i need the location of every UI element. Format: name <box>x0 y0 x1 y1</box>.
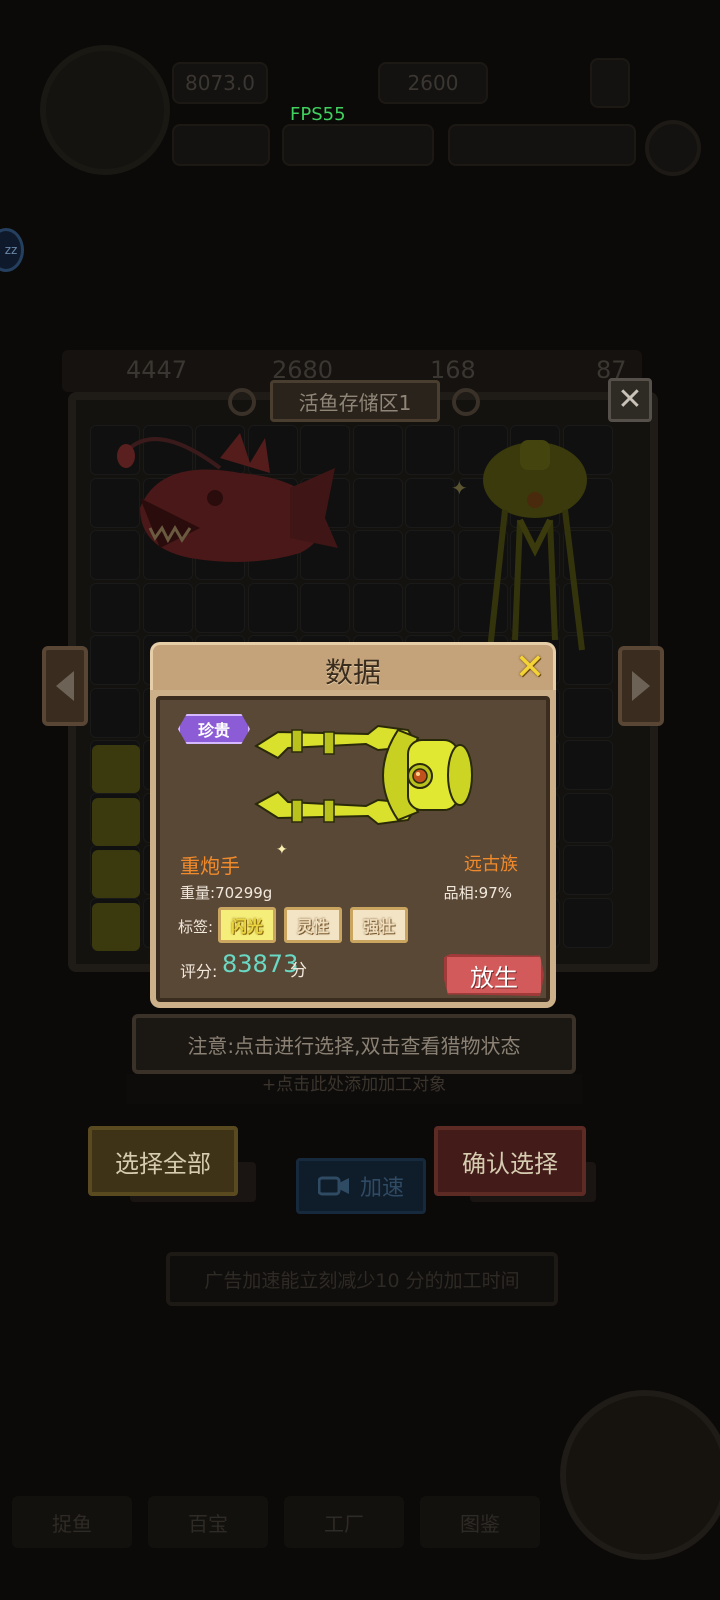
tag-spirit: 灵性 <box>284 907 342 943</box>
selected-slot[interactable] <box>92 903 140 951</box>
weight-stat: 重量:70299g <box>180 882 272 903</box>
sparkle-icon: ✦ <box>451 476 468 500</box>
next-page-button[interactable] <box>618 646 664 726</box>
grid-cell[interactable] <box>352 530 403 580</box>
gem-value: 2600 <box>407 71 459 95</box>
quality-value: 97% <box>478 884 512 902</box>
tab-collection[interactable]: 图鉴 <box>420 1496 540 1548</box>
quality-stat: 品相:97% <box>444 882 512 903</box>
chevron-right-icon <box>632 671 650 701</box>
resource-1: 4447 <box>126 356 188 384</box>
confirm-label: 确认选择 <box>462 1149 558 1178</box>
grid-cell[interactable] <box>562 687 613 738</box>
grid-cell[interactable] <box>247 582 298 633</box>
tab-factory[interactable]: 工厂 <box>284 1496 404 1548</box>
grid-cell[interactable] <box>352 425 403 475</box>
sparkle-icon: ✦ <box>276 842 288 858</box>
fish-name: 重炮手 <box>180 854 240 878</box>
modal-body: 珍贵 ✦ 重炮手 远古族 重量:70299g 品相:97% 标签: 闪光 灵性 … <box>150 690 556 1008</box>
robot-creature-art <box>483 440 587 651</box>
coin-counter: 8073.0 <box>172 62 268 104</box>
grid-cell[interactable] <box>405 425 455 475</box>
top-button-1 <box>172 124 270 166</box>
anglerfish-art <box>117 433 338 562</box>
top-button-2 <box>282 124 434 166</box>
score-value: 83873 <box>222 950 299 978</box>
modal-content: 珍贵 ✦ 重炮手 远古族 重量:70299g 品相:97% 标签: 闪光 灵性 … <box>156 696 550 1002</box>
select-all-button[interactable]: 选择全部 <box>88 1126 238 1196</box>
fish-data-modal: 数据 ✕ 珍贵 ✦ 重炮手 远古族 重量:70299g 品相:97% 标签: 闪… <box>150 642 556 1008</box>
tag-strong: 强壮 <box>350 907 408 943</box>
grid-cell[interactable] <box>142 582 193 633</box>
gem-counter: 2600 <box>378 62 488 104</box>
grid-cell[interactable] <box>90 635 140 685</box>
tab-treasure[interactable]: 百宝 <box>148 1496 268 1548</box>
notice-text: 注意:点击进行选择,双击查看猎物状态 <box>187 1033 521 1058</box>
grid-cell[interactable] <box>405 582 455 633</box>
settings-gear-icon <box>645 120 701 176</box>
selected-slot[interactable] <box>92 745 140 793</box>
grid-cell[interactable] <box>352 477 403 528</box>
grid-cell[interactable] <box>352 582 403 633</box>
modal-close-icon[interactable]: ✕ <box>512 650 548 686</box>
tags-label: 标签: <box>178 918 214 936</box>
player-avatar <box>40 45 170 175</box>
tab-collection-label: 图鉴 <box>460 1511 500 1536</box>
grid-cell[interactable] <box>562 792 613 843</box>
select-all-label: 选择全部 <box>115 1149 211 1178</box>
main-action-button[interactable] <box>560 1390 720 1560</box>
grid-cell[interactable] <box>405 477 455 528</box>
top-button-3 <box>448 124 636 166</box>
fish-race: 远古族 <box>464 854 518 875</box>
rarity-badge: 珍贵 <box>178 714 250 744</box>
storage-title: 活鱼存储区1 <box>270 380 440 422</box>
grid-cell[interactable] <box>562 897 613 948</box>
grid-cell[interactable] <box>90 687 140 738</box>
grid-cell[interactable] <box>405 530 455 580</box>
prev-page-button[interactable] <box>42 646 88 726</box>
grid-cell[interactable] <box>562 845 613 895</box>
tag-flash: 闪光 <box>218 907 276 943</box>
accelerate-button[interactable]: 加速 <box>296 1158 426 1214</box>
tab-factory-label: 工厂 <box>324 1511 364 1536</box>
tab-fishing-label: 捉鱼 <box>52 1511 92 1536</box>
score-label: 评分: <box>180 962 218 981</box>
add-processing-text: +点击此处添加加工对象 <box>261 1075 447 1095</box>
grid-cell[interactable] <box>300 582 350 633</box>
accelerate-label: 加速 <box>359 1176 404 1201</box>
weight-value: 70299g <box>215 884 273 902</box>
score-unit: 分 <box>290 961 307 981</box>
ring-ornament-right <box>452 388 480 416</box>
accelerate-tip-text: 广告加速能立刻减少10 分的加工时间 <box>204 1269 520 1292</box>
ring-ornament-left <box>228 388 256 416</box>
release-button[interactable]: 放生 <box>444 954 544 996</box>
fps-counter: FPS55 <box>290 104 346 125</box>
selected-slot[interactable] <box>92 850 140 898</box>
battery-icon <box>590 58 630 108</box>
weight-label: 重量: <box>180 884 216 902</box>
storage-title-text: 活鱼存储区1 <box>298 390 412 415</box>
modal-header: 数据 <box>150 642 556 694</box>
grid-cell[interactable] <box>90 582 140 633</box>
storage-close-icon[interactable]: ✕ <box>608 378 652 422</box>
video-camera-icon <box>317 1176 349 1196</box>
add-processing-target[interactable]: +点击此处添加加工对象 <box>126 1074 582 1104</box>
selection-notice: 注意:点击进行选择,双击查看猎物状态 <box>132 1014 576 1074</box>
accelerate-tip: 广告加速能立刻减少10 分的加工时间 <box>166 1252 558 1306</box>
grid-cell[interactable] <box>195 582 245 633</box>
coin-value: 8073.0 <box>185 71 255 95</box>
grid-cell[interactable] <box>562 740 613 790</box>
chevron-left-icon <box>56 671 74 701</box>
quality-label: 品相: <box>443 884 479 902</box>
selected-slot[interactable] <box>92 798 140 846</box>
tab-treasure-label: 百宝 <box>188 1511 228 1536</box>
confirm-selection-button[interactable]: 确认选择 <box>434 1126 586 1196</box>
tab-fishing[interactable]: 捉鱼 <box>12 1496 132 1548</box>
claw-fish-art <box>254 724 473 826</box>
